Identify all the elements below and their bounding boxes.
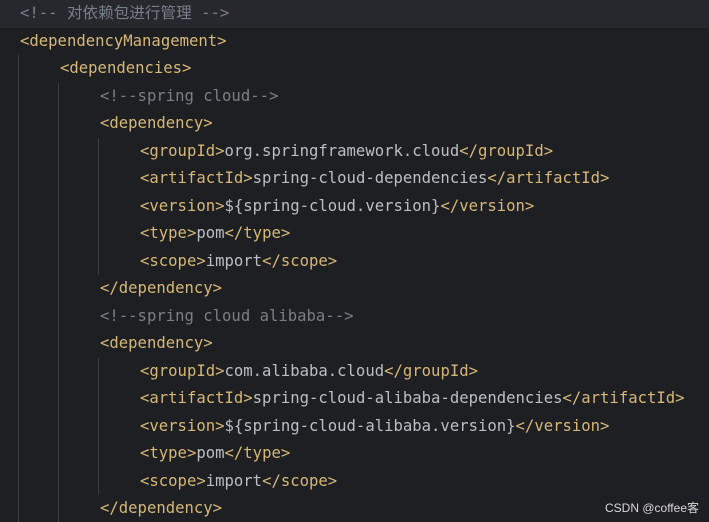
xml-tag: <dependencies> xyxy=(60,59,192,77)
xml-text: com.alibaba.cloud xyxy=(224,361,385,380)
xml-text: ${spring-cloud-alibaba.version} xyxy=(224,416,516,435)
xml-text: import xyxy=(205,251,263,270)
xml-tag: </type> xyxy=(224,224,291,242)
xml-tag: <scope> xyxy=(140,251,206,270)
xml-tag: </version> xyxy=(515,416,610,435)
xml-comment: <!--spring cloud alibaba--> xyxy=(100,306,354,325)
code-line-content: <dependencies> xyxy=(60,55,191,83)
code-line[interactable]: <dependencies> xyxy=(0,55,709,83)
code-line-content: <version>${spring-cloud.version}</versio… xyxy=(140,193,534,221)
xml-tag: </type> xyxy=(224,444,291,462)
code-line-content: <dependencyManagement> xyxy=(20,28,227,56)
code-line-content: <dependency> xyxy=(100,330,213,358)
xml-tag: <artifactId> xyxy=(140,389,253,407)
code-line-content: <groupId>com.alibaba.cloud</groupId> xyxy=(140,358,478,386)
code-line[interactable]: <version>${spring-cloud-alibaba.version}… xyxy=(0,413,709,441)
xml-tag: <type> xyxy=(140,224,197,242)
code-line-content: <scope>import</scope> xyxy=(140,468,337,496)
code-line[interactable]: <groupId>org.springframework.cloud</grou… xyxy=(0,138,709,166)
xml-tag: </version> xyxy=(440,196,535,215)
code-line-content: <dependency> xyxy=(100,110,213,138)
xml-tag: </dependency> xyxy=(100,279,223,297)
code-line-content: <!--spring cloud alibaba--> xyxy=(100,303,353,331)
code-line-content: <artifactId>spring-cloud-alibaba-depende… xyxy=(140,385,685,413)
xml-tag: <type> xyxy=(140,444,197,462)
xml-tag: <scope> xyxy=(140,471,206,490)
xml-tag: <dependencyManagement> xyxy=(20,31,227,50)
xml-text: spring-cloud-alibaba-dependencies xyxy=(252,389,563,407)
xml-text: pom xyxy=(196,444,225,462)
code-line-content: <scope>import</scope> xyxy=(140,248,337,276)
code-editor[interactable]: <!-- 对依赖包进行管理 --> <dependencyManagement> <… xyxy=(0,0,709,522)
xml-text: org.springframework.cloud xyxy=(224,141,460,160)
code-line[interactable]: <groupId>com.alibaba.cloud</groupId> xyxy=(0,358,709,386)
code-line-content: </dependency> xyxy=(100,275,222,303)
xml-tag: <version> xyxy=(140,196,225,215)
code-line-content: <type>pom</type> xyxy=(140,440,290,468)
xml-text: import xyxy=(205,471,263,490)
code-line[interactable]: <dependencyManagement> xyxy=(0,28,709,56)
watermark: CSDN @coffee客 xyxy=(605,501,699,515)
xml-tag: </groupId> xyxy=(384,361,478,380)
code-line[interactable]: <dependency> xyxy=(0,330,709,358)
code-line[interactable]: <!-- 对依赖包进行管理 --> xyxy=(0,0,709,28)
xml-tag: <groupId> xyxy=(140,141,225,160)
code-line[interactable]: </dependency> xyxy=(0,495,709,522)
xml-tag: </scope> xyxy=(262,471,338,490)
xml-comment: <!-- 对依赖包进行管理 --> xyxy=(20,4,230,22)
code-line[interactable]: <dependency> xyxy=(0,110,709,138)
code-line-content: <version>${spring-cloud-alibaba.version}… xyxy=(140,413,609,441)
code-line-content: <type>pom</type> xyxy=(140,220,290,248)
code-line[interactable]: <!--spring cloud--> xyxy=(0,83,709,111)
xml-comment: <!--spring cloud--> xyxy=(100,86,279,105)
xml-tag: <dependency> xyxy=(100,114,213,132)
xml-text: ${spring-cloud.version} xyxy=(224,196,441,215)
code-line[interactable]: <artifactId>spring-cloud-alibaba-depende… xyxy=(0,385,709,413)
code-line[interactable]: </dependency> xyxy=(0,275,709,303)
xml-tag: <groupId> xyxy=(140,361,225,380)
code-line[interactable]: <type>pom</type> xyxy=(0,440,709,468)
xml-tag: </artifactId> xyxy=(487,169,610,187)
code-line-content: </dependency> xyxy=(100,495,222,522)
code-line-content: <!--spring cloud--> xyxy=(100,83,278,111)
code-line[interactable]: <type>pom</type> xyxy=(0,220,709,248)
xml-tag: <artifactId> xyxy=(140,169,253,187)
code-line-content: <!-- 对依赖包进行管理 --> xyxy=(20,0,229,28)
code-line[interactable]: <!--spring cloud alibaba--> xyxy=(0,303,709,331)
xml-text: spring-cloud-dependencies xyxy=(252,169,488,187)
xml-tag: <version> xyxy=(140,416,225,435)
code-line-content: <groupId>org.springframework.cloud</grou… xyxy=(140,138,553,166)
xml-tag: </artifactId> xyxy=(562,389,685,407)
code-line[interactable]: <version>${spring-cloud.version}</versio… xyxy=(0,193,709,221)
xml-tag: </scope> xyxy=(262,251,338,270)
code-line[interactable]: <scope>import</scope> xyxy=(0,468,709,496)
code-line[interactable]: <artifactId>spring-cloud-dependencies</a… xyxy=(0,165,709,193)
code-line[interactable]: <scope>import</scope> xyxy=(0,248,709,276)
xml-tag: </groupId> xyxy=(459,141,554,160)
xml-tag: <dependency> xyxy=(100,334,213,352)
code-line-content: <artifactId>spring-cloud-dependencies</a… xyxy=(140,165,609,193)
xml-text: pom xyxy=(196,224,225,242)
xml-tag: </dependency> xyxy=(100,499,223,517)
